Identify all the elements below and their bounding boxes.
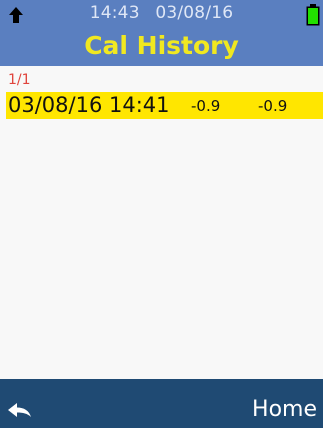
calibration-value-2: -0.9 bbox=[258, 97, 288, 115]
softkey-bar: Home bbox=[0, 379, 323, 428]
calibration-datetime: 03/08/16 14:41 bbox=[8, 93, 170, 117]
history-list: 1/1 03/08/16 14:41 -0.9 -0.9 bbox=[0, 66, 323, 379]
list-item[interactable]: 03/08/16 14:41 -0.9 -0.9 bbox=[6, 92, 323, 119]
status-header: 14:43 03/08/16 Cal History bbox=[0, 0, 323, 66]
status-clock: 14:43 03/08/16 bbox=[0, 3, 323, 23]
back-arrow-icon[interactable] bbox=[8, 403, 32, 419]
page-title: Cal History bbox=[84, 31, 239, 60]
status-time: 14:43 bbox=[89, 3, 140, 23]
home-button[interactable]: Home bbox=[252, 397, 317, 422]
battery-icon bbox=[306, 4, 320, 26]
page-indicator: 1/1 bbox=[8, 72, 31, 88]
calibration-value-1: -0.9 bbox=[191, 97, 221, 115]
status-date: 03/08/16 bbox=[155, 3, 234, 23]
